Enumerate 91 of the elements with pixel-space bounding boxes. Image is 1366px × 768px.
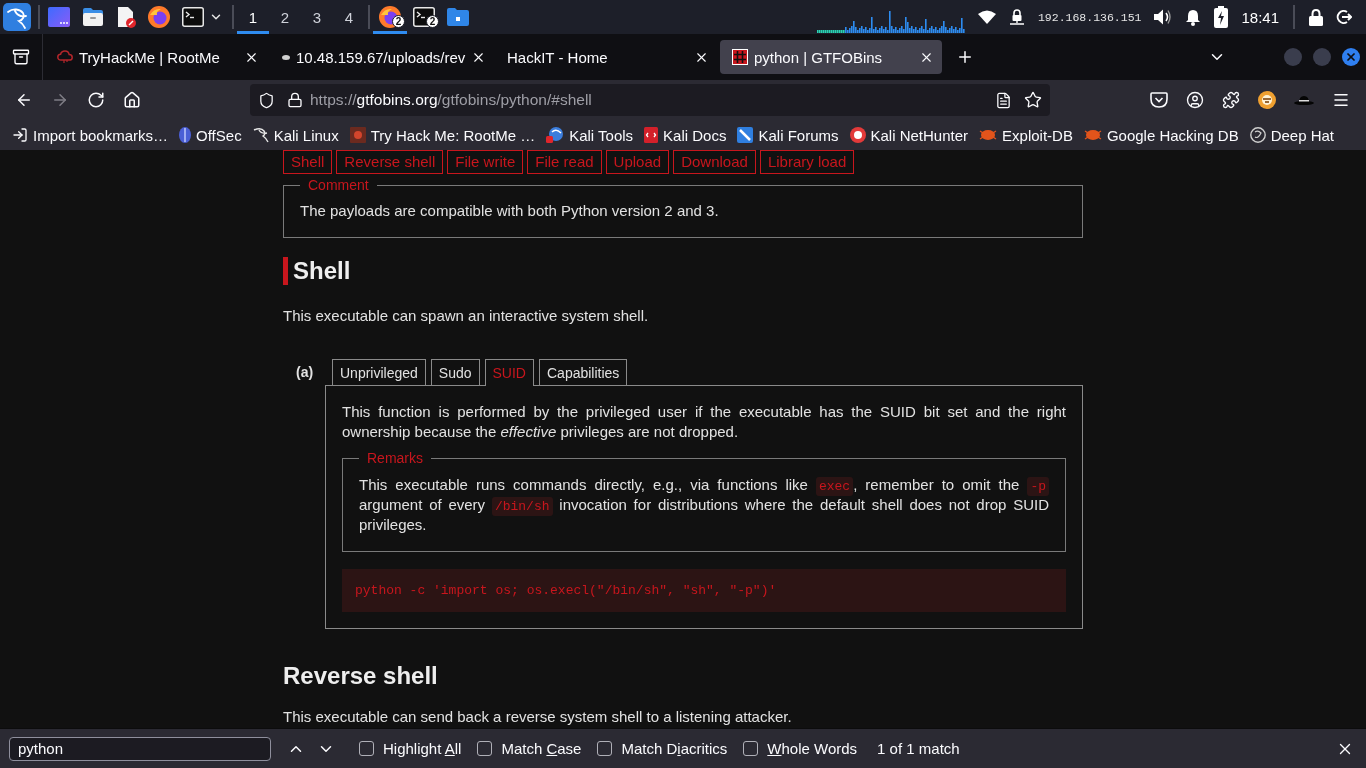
pocket-icon[interactable] bbox=[1150, 92, 1168, 108]
app-window-icon[interactable] bbox=[48, 7, 70, 27]
loading-dot-icon bbox=[282, 54, 290, 60]
section-description: This executable can send back a reverse system shell to a listening attacker. bbox=[283, 707, 793, 727]
checkbox[interactable] bbox=[477, 741, 493, 756]
example-label: (a) bbox=[295, 363, 315, 382]
hat-icon[interactable] bbox=[1294, 95, 1314, 105]
checkbox[interactable] bbox=[359, 741, 374, 756]
workspace-button[interactable]: 2 bbox=[269, 0, 301, 34]
bookmark-item[interactable]: OffSec bbox=[179, 126, 242, 144]
bookmark-item[interactable]: Kali Tools bbox=[546, 126, 634, 144]
shield-icon[interactable] bbox=[258, 91, 275, 109]
workspace-button[interactable]: 4 bbox=[333, 0, 365, 34]
bug-icon bbox=[979, 129, 998, 141]
volume-icon[interactable] bbox=[1154, 9, 1173, 25]
extensions-icon[interactable] bbox=[1222, 91, 1240, 109]
browser-tab[interactable]: python | GTFOBins bbox=[720, 40, 942, 74]
remarks-legend: Remarks bbox=[359, 450, 431, 466]
terminal-icon[interactable] bbox=[413, 7, 435, 27]
section-heading: Shell bbox=[283, 257, 1083, 285]
bug-icon bbox=[1083, 129, 1102, 141]
bookmark-item[interactable]: Google Hacking DB bbox=[1083, 126, 1239, 144]
dragon-logo-icon bbox=[252, 127, 269, 143]
context-tab[interactable]: Unprivileged bbox=[332, 359, 426, 385]
comment-legend: Comment bbox=[300, 177, 377, 193]
document-edit-icon[interactable] bbox=[116, 6, 136, 28]
bookmark-item[interactable]: Exploit-DB bbox=[979, 126, 1073, 144]
section-description: This executable can spawn an interactive system shell. bbox=[283, 306, 650, 326]
thumbnail-icon bbox=[349, 127, 366, 143]
grid-logo-icon bbox=[732, 49, 748, 65]
bell-icon[interactable] bbox=[1185, 8, 1202, 26]
url-field[interactable]: https://gtfobins.org/gtfobins/python/#shell bbox=[250, 84, 1050, 116]
lock-icon bbox=[287, 92, 303, 108]
context-tab[interactable]: Capabilities bbox=[539, 359, 628, 385]
code-block: python -c 'import os; os.execl("/bin/sh", "sh", "-p")' bbox=[342, 569, 1066, 612]
browser-tab[interactable]: HackIT - Home bbox=[495, 40, 717, 74]
browser-tab[interactable]: 10.48.159.67/uploads/rev bbox=[270, 40, 492, 74]
terminal-icon[interactable] bbox=[182, 7, 204, 27]
reload-icon[interactable] bbox=[87, 91, 105, 109]
extension-icon[interactable] bbox=[1258, 91, 1276, 109]
network-lock-icon[interactable] bbox=[1008, 9, 1025, 25]
battery-charging-icon[interactable] bbox=[1214, 6, 1229, 28]
account-icon[interactable] bbox=[1186, 91, 1204, 109]
checkbox[interactable] bbox=[743, 741, 759, 756]
context-tab[interactable]: Sudo bbox=[430, 359, 480, 385]
browser-icon[interactable] bbox=[148, 6, 170, 28]
dragon-logo-icon[interactable] bbox=[3, 3, 31, 31]
logout-icon[interactable] bbox=[1336, 9, 1352, 25]
bookmark-item[interactable]: Deep Hat bbox=[1249, 126, 1334, 144]
bookmark-item[interactable]: Kali Forums bbox=[737, 126, 839, 144]
find-input[interactable]: python bbox=[9, 736, 271, 761]
checkbox[interactable] bbox=[597, 741, 613, 756]
bookmark-item[interactable]: Try Hack Me: RootMe … bbox=[349, 126, 536, 144]
section-heading: Reverse shell bbox=[283, 662, 439, 690]
remarks-text: This executable runs commands directly, e.g., via functions like exec , remember to omit the -p argument of every /bin/sh invocation for distributions where the default shell does not drop SUID privileges. bbox=[359, 475, 1049, 535]
workspace-button[interactable]: 3 bbox=[301, 0, 333, 34]
panel-text: This function is performed by the privileged user if the executable has the SUID bit set and the right ownership because the effective privileges are not dropped. bbox=[342, 402, 1066, 442]
circle-logo-icon bbox=[1249, 127, 1266, 143]
find-option[interactable]: Whole Words bbox=[743, 740, 858, 757]
menu-icon[interactable] bbox=[1332, 91, 1350, 109]
find-option[interactable]: Highlight All bbox=[359, 740, 462, 757]
bookmark-item[interactable]: Kali Linux bbox=[252, 126, 339, 144]
taskbar-window-button[interactable]: 2 bbox=[407, 0, 441, 34]
wifi-icon[interactable] bbox=[977, 10, 996, 24]
clock-time: 18:41 bbox=[1241, 8, 1279, 26]
code-document-icon bbox=[644, 127, 659, 143]
globe-badge-icon bbox=[546, 127, 565, 143]
import-icon bbox=[12, 127, 28, 143]
match-status: 1 of 1 match bbox=[877, 740, 960, 757]
browser-tab[interactable]: TryHackMe | RootMe bbox=[45, 40, 267, 74]
oval-logo-icon bbox=[179, 127, 192, 143]
reader-view-icon[interactable] bbox=[995, 91, 1012, 109]
lock-icon[interactable] bbox=[1309, 8, 1323, 26]
cloud-icon bbox=[57, 50, 73, 64]
ring-logo-icon bbox=[849, 127, 866, 143]
slash-logo-icon bbox=[737, 127, 754, 143]
new-tab-icon[interactable] bbox=[956, 48, 974, 66]
comment-text: The payloads are compatible with both Python version 2 and 3. bbox=[300, 201, 720, 221]
home-icon[interactable] bbox=[123, 91, 141, 109]
archive-icon[interactable] bbox=[12, 48, 30, 66]
bookmark-item[interactable]: Kali NetHunter bbox=[849, 126, 969, 144]
bookmark-item[interactable]: Kali Docs bbox=[644, 126, 727, 144]
find-option[interactable]: Match Diacritics bbox=[597, 740, 728, 757]
find-option[interactable]: Match Case bbox=[477, 740, 582, 757]
count-badge: 2 bbox=[426, 15, 439, 28]
url-text: https://gtfobins.org/gtfobins/python/#shell bbox=[310, 91, 592, 109]
bookmark-star-icon[interactable] bbox=[1024, 91, 1042, 109]
folder-icon[interactable] bbox=[447, 8, 469, 26]
ip-address: 192.168.136.151 bbox=[1037, 10, 1142, 24]
folder-icon[interactable] bbox=[82, 7, 104, 27]
bookmark-item[interactable]: Import bookmarks… bbox=[12, 126, 169, 144]
